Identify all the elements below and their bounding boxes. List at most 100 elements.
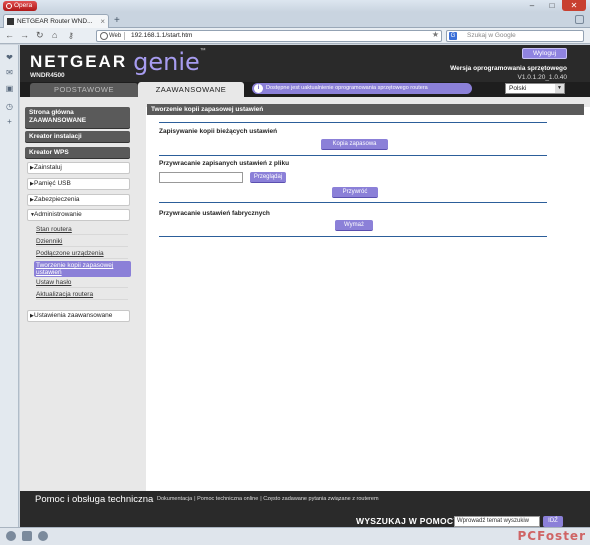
web-badge: Web <box>98 32 126 40</box>
caret-down-icon: ▼ <box>30 212 35 218</box>
mail-icon[interactable]: ✉ <box>5 68 14 77</box>
link-online-support[interactable]: Pomoc techniczna online <box>197 496 258 502</box>
watermark-logo: PCFoster <box>517 529 586 543</box>
add-panel-icon[interactable]: + <box>5 117 14 126</box>
nav-administration-label: Administrowanie <box>34 211 82 218</box>
caret-right-icon: ▶ <box>30 313 34 319</box>
section-divider <box>159 202 547 203</box>
opera-menu-button[interactable]: Opera <box>3 1 38 11</box>
firmware-version: V1.0.1.20_1.0.40 <box>517 74 567 81</box>
address-bar[interactable]: Web 192.168.1.1/start.htm ★ <box>96 30 442 42</box>
restore-file-input[interactable] <box>159 172 243 183</box>
close-tab-icon[interactable]: × <box>100 15 105 28</box>
url-text: 192.168.1.1/start.htm <box>131 32 193 39</box>
help-title: Pomoc i obsługa techniczna <box>35 494 154 505</box>
browser-status-bar: PCFoster <box>0 527 590 545</box>
link-documentation[interactable]: Dokumentacja <box>157 496 192 502</box>
tab-basic[interactable]: PODSTAWOWE <box>30 83 138 97</box>
help-search-label: WYSZUKAJ W POMOCY <box>356 516 460 526</box>
language-select[interactable]: Polski ▼ <box>505 83 565 94</box>
back-icon[interactable]: ← <box>5 29 14 42</box>
browse-button[interactable]: Przeglądaj <box>250 172 286 183</box>
caret-right-icon: ▶ <box>30 165 34 171</box>
content-title: Tworzenie kopii zapasowej ustawień <box>147 104 584 115</box>
nav-advanced-setup[interactable]: ▶ Ustawienia zaawansowane <box>27 310 130 322</box>
section-divider <box>159 155 547 156</box>
nav-security[interactable]: ▶ Zabezpieczenia <box>27 194 130 206</box>
backup-button[interactable]: Kopia zapasowa <box>321 139 388 150</box>
brand-text: NETGEAR <box>30 52 128 71</box>
nav-backup-settings[interactable]: Tworzenie kopii zapasowej ustawień <box>34 261 131 277</box>
tab-menu-icon[interactable] <box>575 15 584 24</box>
nav-administration[interactable]: ▼ Administrowanie <box>27 209 130 221</box>
key-icon[interactable]: ⚷ <box>68 29 74 42</box>
trademark-icon: ™ <box>199 48 206 54</box>
forward-icon[interactable]: → <box>20 29 29 42</box>
nav-wps-wizard[interactable]: Kreator WPS <box>25 147 130 158</box>
firmware-update-notice[interactable]: i Dostępne jest uaktualnienie oprogramow… <box>252 83 472 94</box>
browser-tab[interactable]: NETGEAR Router WND... × <box>3 14 109 28</box>
page-header: NETGEAR genie™ WNDR4500 Wyloguj Wersja op… <box>20 45 590 82</box>
product-text: genie <box>133 48 200 76</box>
speed-dial-icon[interactable] <box>6 531 16 541</box>
info-icon: i <box>254 84 263 93</box>
restore-settings-label: Przywracanie zapisanych ustawień z pliku <box>159 160 290 167</box>
router-page: NETGEAR genie™ WNDR4500 Wyloguj Wersja op… <box>20 45 590 527</box>
model-name: WNDR4500 <box>30 72 65 79</box>
link-router-faq[interactable]: Często zadawane pytania związane z route… <box>263 496 378 502</box>
nav-router-update[interactable]: Aktualizacja routera <box>36 290 128 300</box>
firmware-label: Wersja oprogramowania sprzętowego <box>450 65 567 72</box>
history-icon[interactable]: ◷ <box>5 102 14 111</box>
new-tab-icon[interactable]: + <box>114 15 120 26</box>
caret-right-icon: ▶ <box>30 197 34 203</box>
help-search-button[interactable]: IDŹ <box>543 516 563 527</box>
opera-logo-icon <box>6 3 12 9</box>
update-notice-text: Dostępne jest uaktualnienie oprogramowan… <box>266 85 428 91</box>
browser-tab-bar: NETGEAR Router WND... × + <box>0 12 590 28</box>
nav-router-status[interactable]: Stan routera <box>36 225 128 235</box>
close-window-icon[interactable]: ✕ <box>562 0 586 11</box>
netgear-genie-logo: NETGEAR genie™ <box>30 48 206 76</box>
search-placeholder: Szukaj w Google <box>467 32 516 39</box>
erase-button[interactable]: Wymaż <box>335 220 373 231</box>
home-icon[interactable]: ⌂ <box>52 29 57 42</box>
restore-button[interactable]: Przywróć <box>332 187 378 198</box>
help-search-input[interactable]: Wprowadź temat wyszukiw <box>454 516 540 527</box>
logout-button[interactable]: Wyloguj <box>522 48 567 59</box>
browser-title-bar: Opera – □ ✕ <box>0 0 590 12</box>
reload-icon[interactable]: ↻ <box>36 29 44 42</box>
tab-advanced[interactable]: ZAAWANSOWANE <box>138 82 244 97</box>
downloads-icon[interactable]: ▣ <box>5 84 14 93</box>
nav-logs[interactable]: Dzienniki <box>36 237 128 247</box>
browser-search-box[interactable]: G Szukaj w Google <box>446 30 584 42</box>
bookmarks-icon[interactable]: ❤ <box>5 53 14 62</box>
nav-advanced-setup-label: Ustawienia zaawansowane <box>34 312 113 319</box>
chevron-down-icon: ▼ <box>555 84 564 93</box>
nav-set-password[interactable]: Ustaw hasło <box>36 278 128 288</box>
netgear-favicon-icon <box>7 18 14 25</box>
section-divider <box>159 122 547 123</box>
tab-title: NETGEAR Router WND... <box>17 18 93 25</box>
nav-setup-label: Zainstaluj <box>34 164 62 171</box>
web-badge-label: Web <box>109 33 122 39</box>
nav-advanced-home[interactable]: Strona główna ZAAWANSOWANE <box>25 107 130 128</box>
caret-right-icon: ▶ <box>30 181 34 187</box>
nav-usb-label: Pamięć USB <box>34 180 71 187</box>
help-links: Dokumentacja | Pomoc techniczna online | C… <box>157 496 379 502</box>
section-divider <box>159 236 547 237</box>
opera-menu-label: Opera <box>14 2 33 9</box>
bookmark-star-icon[interactable]: ★ <box>432 30 439 39</box>
minimize-icon[interactable]: – <box>522 0 542 11</box>
nav-setup-wizard[interactable]: Kreator instalacji <box>25 131 130 142</box>
nav-attached-devices[interactable]: Podłączone urządzenia <box>36 249 128 259</box>
factory-reset-label: Przywracanie ustawień fabrycznych <box>159 210 270 217</box>
browser-nav-bar: ← → ↻ ⌂ ⚷ Web 192.168.1.1/start.htm ★ G … <box>0 28 590 44</box>
nav-setup[interactable]: ▶ Zainstaluj <box>27 162 130 174</box>
backup-settings-panel: Zapisywanie kopii bieżących ustawień Kop… <box>147 115 584 491</box>
globe-icon <box>100 32 108 40</box>
maximize-icon[interactable]: □ <box>542 0 562 11</box>
turbo-icon[interactable] <box>38 531 48 541</box>
main-tabs: PODSTAWOWE ZAAWANSOWANE i Dostępne jest … <box>20 82 590 97</box>
nav-usb-storage[interactable]: ▶ Pamięć USB <box>27 178 130 190</box>
cloud-icon[interactable] <box>22 531 32 541</box>
